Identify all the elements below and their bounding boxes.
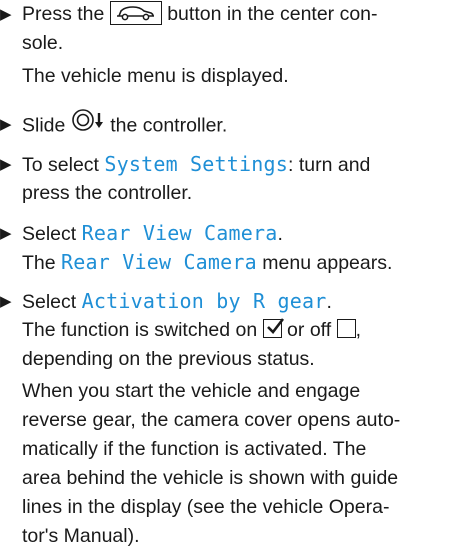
step-result: The function is switched on — [22, 319, 263, 341]
bullet-icon: ▶ — [0, 6, 12, 23]
step-text: . — [326, 291, 332, 313]
manual-page: ▶ Press the button in the center con- so… — [0, 0, 452, 552]
checkbox-checked-icon — [262, 318, 284, 339]
controller-slide-down-icon — [71, 108, 105, 141]
step-text: sole. — [22, 32, 64, 54]
bullet-icon: ▶ — [0, 293, 12, 310]
menu-item-rear-view-camera: Rear View Camera — [81, 221, 278, 245]
step-result: The vehicle menu is displayed. — [22, 65, 289, 87]
step-text: Press the — [22, 3, 110, 25]
paragraph-line: tor's Manual). — [22, 525, 140, 547]
paragraph-line: lines in the display (see the vehicle Op… — [22, 496, 390, 518]
bullet-icon: ▶ — [0, 116, 12, 133]
step-text: Select — [22, 291, 82, 313]
step-result: , — [355, 319, 361, 341]
step-text: : turn and — [288, 154, 371, 176]
paragraph-line: area behind the vehicle is shown with gu… — [22, 467, 399, 489]
step-result: or off — [281, 319, 337, 341]
step-result: The — [22, 252, 62, 274]
paragraph-line: When you start the vehicle and engage — [22, 380, 361, 402]
step-text: To select — [22, 154, 105, 176]
menu-name-rear-view-camera: Rear View Camera — [61, 250, 257, 274]
step-text: Select — [22, 223, 82, 245]
step-result: depending on the previous status. — [22, 348, 315, 370]
step-text: button in the center con- — [161, 3, 378, 25]
paragraph-line: matically if the function is activated. … — [22, 438, 367, 460]
paragraph-line: reverse gear, the camera cover opens aut… — [22, 409, 401, 431]
step-text: . — [277, 223, 283, 245]
checkbox-unchecked-icon — [336, 319, 356, 339]
step-result: menu appears. — [256, 252, 393, 274]
bullet-icon: ▶ — [0, 225, 12, 242]
bullet-icon: ▶ — [0, 156, 12, 173]
step-text: the controller. — [104, 114, 228, 137]
menu-item-activation-by-r-gear: Activation by R gear — [81, 289, 327, 313]
step-text: press the controller. — [22, 182, 193, 204]
step-text: Slide — [22, 114, 71, 137]
car-button-icon — [109, 0, 162, 25]
menu-item-system-settings: System Settings — [104, 152, 288, 176]
